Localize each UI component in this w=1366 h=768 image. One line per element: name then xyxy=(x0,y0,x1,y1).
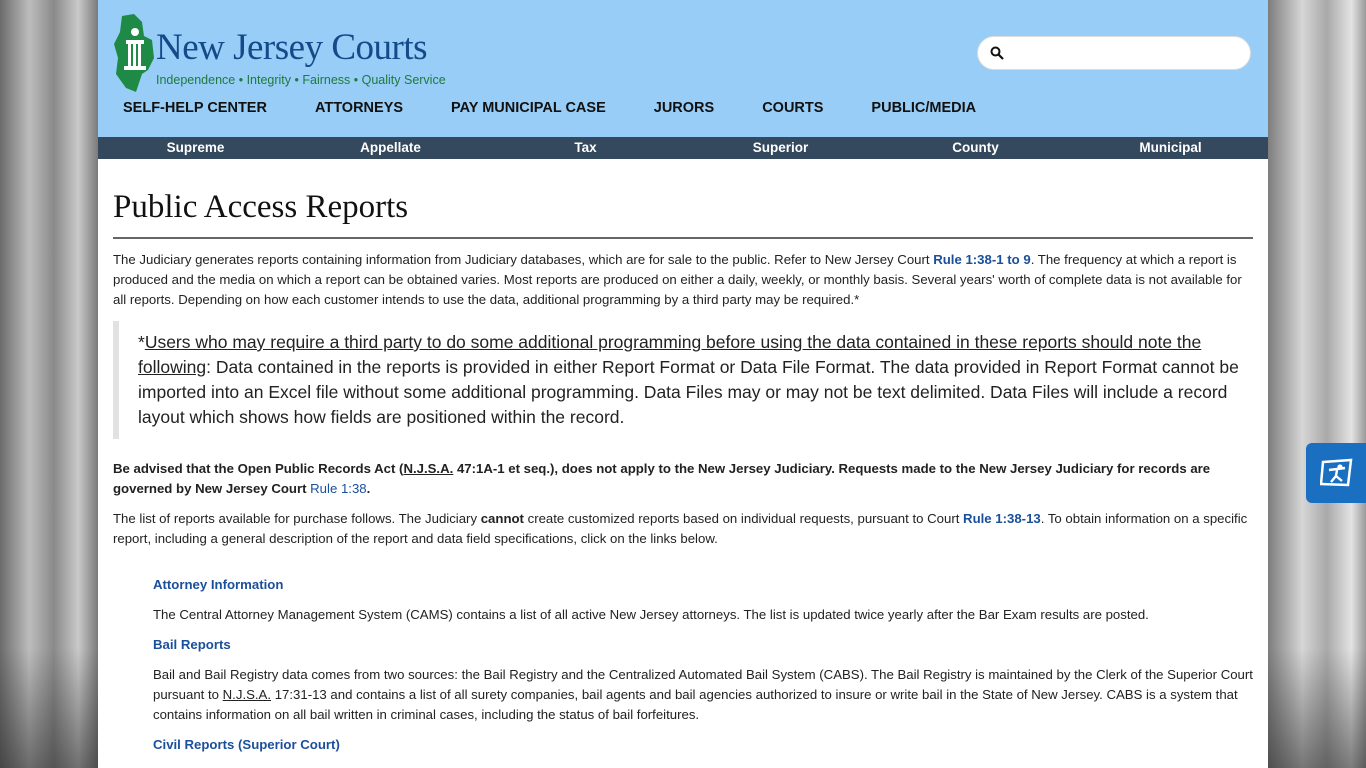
nav-pay-municipal-case[interactable]: PAY MUNICIPAL CASE xyxy=(451,100,606,116)
list-bold-cannot: cannot xyxy=(480,511,524,526)
nav-jurors[interactable]: JURORS xyxy=(654,100,714,116)
nav-self-help-center[interactable]: SELF-HELP CENTER xyxy=(123,100,267,116)
list-text-b: create customized reports based on indiv… xyxy=(523,511,964,526)
accessibility-button[interactable] xyxy=(1306,443,1366,503)
bail-desc-b: 17:31-13 and contains a list of all sure… xyxy=(153,687,1238,722)
background-left xyxy=(0,0,98,768)
logo-tagline: Independence • Integrity • Fairness • Qu… xyxy=(156,73,446,87)
site-header: New Jersey Courts Independence • Integri… xyxy=(98,0,1268,137)
search-icon[interactable] xyxy=(990,46,1004,60)
nav-courts[interactable]: COURTS xyxy=(762,100,823,116)
advised-text-c: . xyxy=(366,481,371,496)
nav-public-media[interactable]: PUBLIC/MEDIA xyxy=(871,100,976,116)
quote-asterisk: * xyxy=(138,332,145,352)
intro-text-a: The Judiciary generates reports containi… xyxy=(113,252,934,267)
logo-title: New Jersey Courts xyxy=(156,27,428,68)
intro-paragraph: The Judiciary generates reports containi… xyxy=(113,250,1253,310)
report-link-attorney-information[interactable]: Attorney Information xyxy=(153,575,1253,595)
quote-text: : Data contained in the reports is provi… xyxy=(138,357,1239,427)
bail-njsa-abbreviation: N.J.S.A. xyxy=(222,687,272,702)
opra-advisory: Be advised that the Open Public Records … xyxy=(113,459,1253,499)
report-link-bail-reports[interactable]: Bail Reports xyxy=(153,635,1253,655)
main-nav: SELF-HELP CENTER ATTORNEYS PAY MUNICIPAL… xyxy=(123,100,1024,116)
programming-note-blockquote: *Users who may require a third party to … xyxy=(113,321,1253,439)
background-right xyxy=(1268,0,1366,768)
report-desc-bail-reports: Bail and Bail Registry data comes from t… xyxy=(153,665,1253,725)
rule-1-38-link[interactable]: Rule 1:38 xyxy=(310,481,366,496)
rule-1-38-13-link[interactable]: Rule 1:38-13 xyxy=(963,511,1041,526)
subnav-municipal[interactable]: Municipal xyxy=(1073,137,1268,159)
reports-list: Attorney Information The Central Attorne… xyxy=(153,575,1253,755)
reports-list-intro: The list of reports available for purcha… xyxy=(113,509,1253,549)
court-subnav: Supreme Appellate Tax Superior County Mu… xyxy=(98,137,1268,159)
njsa-abbreviation: N.J.S.A. xyxy=(403,461,454,476)
page-container: New Jersey Courts Independence • Integri… xyxy=(98,0,1268,768)
search-input[interactable] xyxy=(1010,41,1244,67)
search-box xyxy=(977,36,1251,70)
list-text-a: The list of reports available for purcha… xyxy=(113,511,481,526)
nav-attorneys[interactable]: ATTORNEYS xyxy=(315,100,403,116)
accessibility-icon xyxy=(1320,458,1353,487)
site-logo[interactable]: New Jersey Courts Independence • Integri… xyxy=(112,14,446,94)
report-link-civil-reports[interactable]: Civil Reports (Superior Court) xyxy=(153,735,1253,755)
subnav-supreme[interactable]: Supreme xyxy=(98,137,293,159)
nj-courts-logo-icon xyxy=(114,14,154,92)
subnav-county[interactable]: County xyxy=(878,137,1073,159)
report-desc-attorney-information: The Central Attorney Management System (… xyxy=(153,607,1149,622)
subnav-tax[interactable]: Tax xyxy=(488,137,683,159)
subnav-superior[interactable]: Superior xyxy=(683,137,878,159)
advised-text-a: Be advised that the Open Public Records … xyxy=(113,461,404,476)
page-title: Public Access Reports xyxy=(113,185,1253,239)
rule-1-38-1-to-9-link[interactable]: Rule 1:38-1 to 9 xyxy=(933,252,1030,267)
main-content: Public Access Reports The Judiciary gene… xyxy=(113,185,1253,755)
subnav-appellate[interactable]: Appellate xyxy=(293,137,488,159)
